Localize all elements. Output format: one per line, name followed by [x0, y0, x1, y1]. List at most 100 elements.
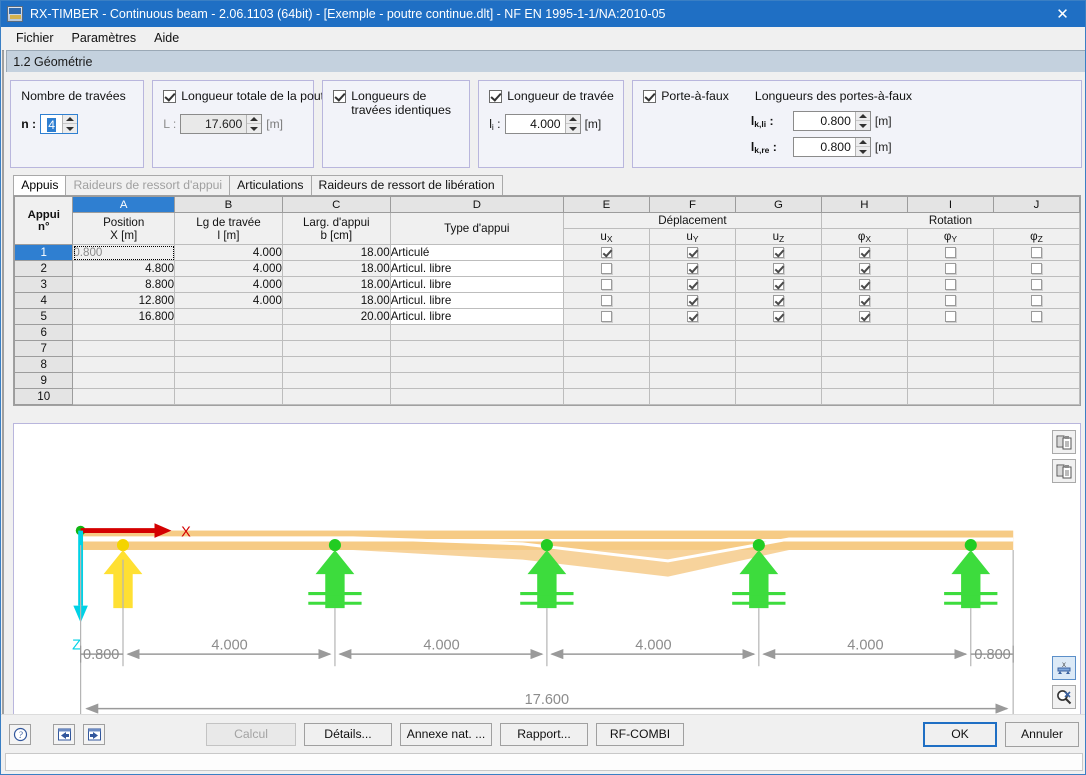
cell-support-type[interactable]: Articul. libre	[389, 308, 564, 325]
grid-checkbox[interactable]	[772, 263, 784, 275]
cantilever-left-stepper-arrows[interactable]	[854, 112, 870, 130]
column-header-I[interactable]: I	[906, 196, 994, 213]
cell-span-length[interactable]: 4.000	[174, 276, 283, 293]
grid-checkbox[interactable]	[686, 247, 698, 259]
calcul-button[interactable]: Calcul	[206, 722, 296, 746]
sidebar-item-forces-d-appui[interactable]: Forces d'appui	[3, 247, 4, 263]
row-header-2[interactable]: 2	[14, 260, 74, 277]
grid-checkbox[interactable]	[686, 279, 698, 291]
cell-check-J[interactable]	[992, 260, 1081, 277]
row-header-3[interactable]: 3	[14, 276, 74, 293]
menu-item-parametres[interactable]: Paramètres	[63, 28, 146, 48]
grid-checkbox[interactable]	[772, 279, 784, 291]
row-header-6[interactable]: 6	[14, 324, 74, 341]
cell-check-E[interactable]	[562, 244, 650, 261]
cell-support-type[interactable]: Articul. libre	[389, 260, 564, 277]
span-length-checkbox-row[interactable]: Longueur de travée	[489, 89, 614, 103]
copy-image-icon[interactable]	[1052, 459, 1076, 483]
stepper-up-icon[interactable]	[855, 112, 870, 121]
grid-checkbox[interactable]	[944, 295, 956, 307]
cell-support-width[interactable]: 18.00	[281, 292, 391, 309]
cell-support-type[interactable]: Articul. libre	[389, 292, 564, 309]
grid-checkbox[interactable]	[772, 247, 784, 259]
cell-support-type[interactable]	[389, 340, 564, 357]
cell-check-I[interactable]	[906, 388, 994, 405]
cell-check-H[interactable]	[820, 244, 908, 261]
grid-checkbox[interactable]	[1030, 311, 1042, 323]
cell-check-J[interactable]	[992, 292, 1081, 309]
stepper-up-icon[interactable]	[565, 115, 580, 124]
cell-check-E[interactable]	[562, 324, 650, 341]
ok-button[interactable]: OK	[923, 721, 997, 747]
cell-position[interactable]	[72, 324, 176, 341]
table-row[interactable]: 4 12.800 4.000 18.00 Articul. libre	[14, 292, 1081, 309]
cell-check-J[interactable]	[992, 276, 1081, 293]
identical-spans-checkbox-row[interactable]: Longueurs de travées identiques	[333, 89, 459, 117]
cell-support-type[interactable]	[389, 372, 564, 389]
cantilever-right-input[interactable]	[793, 138, 855, 156]
cell-check-G[interactable]	[734, 244, 822, 261]
column-header-G[interactable]: G	[734, 196, 822, 213]
grid-checkbox[interactable]	[858, 247, 870, 259]
table-row[interactable]: 8	[14, 356, 1081, 373]
cell-support-width[interactable]: 20.00	[281, 308, 391, 325]
cell-check-F[interactable]	[648, 292, 736, 309]
span-length-input[interactable]	[505, 115, 565, 133]
grid-checkbox[interactable]	[1030, 295, 1042, 307]
cell-check-G[interactable]	[734, 260, 822, 277]
cell-check-J[interactable]	[992, 244, 1081, 261]
cell-check-E[interactable]	[562, 388, 650, 405]
cell-check-J[interactable]	[992, 308, 1081, 325]
row-header-9[interactable]: 9	[14, 372, 74, 389]
cell-check-F[interactable]	[648, 260, 736, 277]
menu-item-fichier[interactable]: Fichier	[7, 28, 63, 48]
stepper-down-icon[interactable]	[856, 147, 870, 156]
cell-check-H[interactable]	[820, 292, 908, 309]
cell-check-G[interactable]	[734, 276, 822, 293]
cell-check-G[interactable]	[734, 388, 822, 405]
table-row[interactable]: 2 4.800 4.000 18.00 Articul. libre	[14, 260, 1081, 277]
menu-item-aide[interactable]: Aide	[145, 28, 188, 48]
grid-checkbox[interactable]	[944, 263, 956, 275]
cell-span-length[interactable]: 4.000	[174, 244, 283, 261]
cell-check-F[interactable]	[648, 388, 736, 405]
grid-checkbox[interactable]	[944, 247, 956, 259]
cell-span-length[interactable]	[174, 324, 283, 341]
sidebar-item-section[interactable]: Section	[3, 103, 4, 119]
stepper-up-icon[interactable]	[63, 115, 78, 124]
cell-support-width[interactable]	[281, 388, 391, 405]
details-button[interactable]: Détails...	[304, 722, 392, 746]
row-header-5[interactable]: 5	[14, 308, 74, 325]
cell-check-G[interactable]	[734, 324, 822, 341]
grid-checkbox[interactable]	[1030, 247, 1042, 259]
column-header-J[interactable]: J	[992, 196, 1081, 213]
cell-support-width[interactable]: 18.00	[281, 244, 391, 261]
spans-count-stepper[interactable]: 4	[40, 114, 79, 134]
cell-check-H[interactable]	[820, 276, 908, 293]
cell-position[interactable]	[72, 388, 176, 405]
column-header-B[interactable]: B	[174, 196, 283, 213]
total-length-stepper-arrows[interactable]	[246, 115, 262, 133]
cell-check-E[interactable]	[562, 356, 650, 373]
grid-checkbox[interactable]	[600, 247, 612, 259]
beam-view-icon[interactable]: X	[1052, 656, 1076, 680]
grid-checkbox[interactable]	[858, 263, 870, 275]
cantilever-right-stepper-arrows[interactable]	[854, 138, 870, 156]
table-row[interactable]: 3 8.800 4.000 18.00 Articul. libre	[14, 276, 1081, 293]
cell-check-G[interactable]	[734, 308, 822, 325]
cantilever-left-input[interactable]	[793, 112, 855, 130]
column-header-C[interactable]: C	[281, 196, 391, 213]
cell-check-E[interactable]	[562, 340, 650, 357]
cancel-button[interactable]: Annuler	[1005, 721, 1079, 747]
column-header-F[interactable]: F	[648, 196, 736, 213]
cell-position[interactable]: 4.800	[72, 260, 176, 277]
stepper-up-icon[interactable]	[247, 115, 262, 124]
previous-panel-icon[interactable]	[53, 723, 75, 745]
table-row[interactable]: 5 16.800 20.00 Articul. libre	[14, 308, 1081, 325]
cell-span-length[interactable]	[174, 356, 283, 373]
cantilever-checkbox[interactable]	[643, 90, 657, 103]
cell-check-H[interactable]	[820, 388, 908, 405]
cell-check-I[interactable]	[906, 308, 994, 325]
span-length-stepper[interactable]	[504, 114, 581, 134]
cantilever-left-stepper[interactable]	[792, 111, 871, 131]
